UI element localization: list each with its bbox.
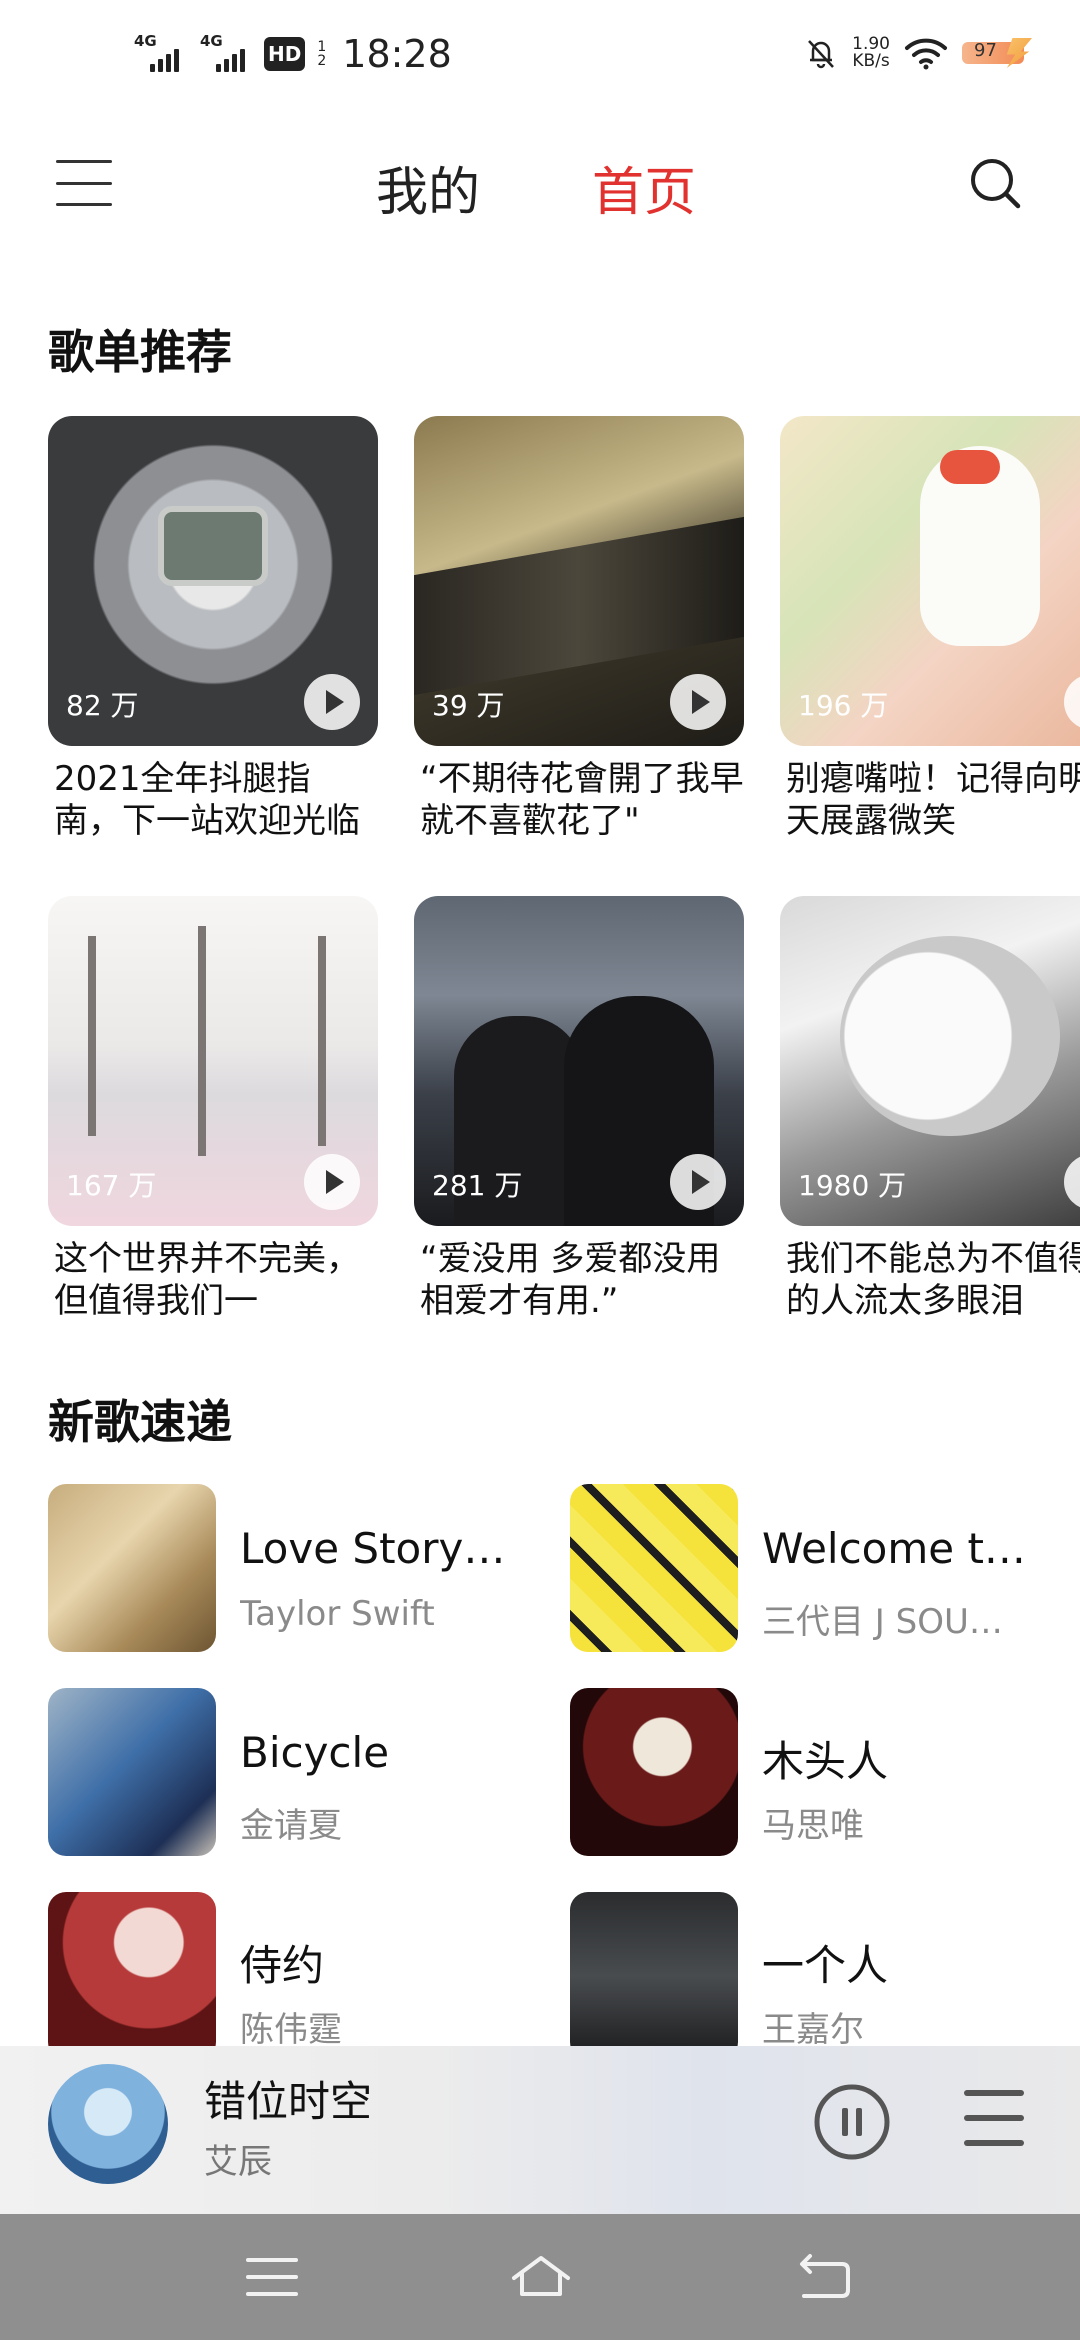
play-icon[interactable] bbox=[304, 1154, 360, 1210]
tab-mine[interactable]: 我的 bbox=[376, 150, 480, 225]
playlist-card[interactable]: 167 万 这个世界并不完美，但值得我们一 bbox=[48, 896, 378, 1322]
signal-1-icon: 4G bbox=[132, 32, 188, 76]
playlist-cover: 281 万 bbox=[414, 896, 744, 1226]
playlist-cover: 82 万 bbox=[48, 416, 378, 746]
playlist-card[interactable]: 82 万 2021全年抖腿指南，下一站欢迎光临地 bbox=[48, 416, 378, 842]
song-item[interactable]: Love Story… Taylor Swift bbox=[48, 1484, 548, 1654]
playlist-card[interactable]: 1980 万 我们不能总为不值得的人流太多眼泪 bbox=[780, 896, 1080, 1322]
now-playing-artist: 艾辰 bbox=[204, 2142, 272, 2182]
song-title: 侍约 bbox=[240, 1941, 325, 1990]
screen: 4G 4G HD 1 2 18:28 1.90 KB/s 97 我的 首页 歌单… bbox=[0, 0, 1080, 2340]
song-cover bbox=[570, 1892, 738, 2060]
back-icon[interactable] bbox=[794, 2250, 854, 2304]
playlist-title: 这个世界并不完美，但值得我们一 bbox=[54, 1239, 360, 1321]
play-count: 281 万 bbox=[432, 1169, 523, 1202]
status-left: 4G 4G HD 1 2 18:28 bbox=[132, 32, 452, 76]
playlist-cover: 196 万 bbox=[780, 416, 1080, 746]
song-title: Love Story… bbox=[240, 1524, 506, 1573]
search-icon[interactable] bbox=[966, 154, 1026, 214]
playlist-card[interactable]: 281 万 “爱没用 多爱都没用 相爱才有用.” bbox=[414, 896, 744, 1322]
signal-2-icon: 4G bbox=[198, 32, 254, 76]
song-title: 木头人 bbox=[762, 1737, 889, 1786]
mute-bell-icon bbox=[808, 40, 835, 69]
now-playing-title: 错位时空 bbox=[204, 2077, 373, 2126]
song-item[interactable]: Bicycle 金请夏 bbox=[48, 1688, 548, 1858]
song-artist: 金请夏 bbox=[240, 1806, 342, 1846]
play-count: 1980 万 bbox=[798, 1169, 907, 1202]
song-artist: 马思唯 bbox=[762, 1806, 864, 1846]
playlist-queue-icon[interactable] bbox=[964, 2090, 1024, 2146]
pause-icon[interactable] bbox=[812, 2082, 892, 2162]
play-count: 39 万 bbox=[432, 689, 505, 722]
battery-icon: 97 bbox=[962, 38, 1032, 68]
song-title: Welcome t… bbox=[762, 1524, 1026, 1573]
song-title: Bicycle bbox=[240, 1728, 390, 1777]
tab-home[interactable]: 首页 bbox=[592, 150, 696, 225]
astronaut-visor bbox=[158, 506, 268, 586]
song-cover bbox=[48, 1484, 216, 1652]
wifi-icon bbox=[905, 38, 947, 70]
clock: 18:28 bbox=[342, 32, 452, 76]
network-type-1: 4G bbox=[134, 32, 157, 50]
song-artist: Taylor Swift bbox=[240, 1594, 435, 1634]
top-nav: 我的 首页 bbox=[0, 130, 1080, 240]
network-speed: 1.90 KB/s bbox=[852, 36, 890, 70]
recent-apps-icon[interactable] bbox=[242, 2250, 302, 2304]
menu-icon[interactable] bbox=[56, 160, 112, 206]
song-artist: 三代目 J SOU… bbox=[762, 1602, 1003, 1642]
hd-sim-slots: 1 2 bbox=[317, 40, 326, 68]
song-item[interactable]: 木头人 马思唯 bbox=[570, 1688, 1070, 1858]
play-icon[interactable] bbox=[1064, 674, 1080, 730]
battery-level: 97 bbox=[974, 40, 997, 61]
status-right: 1.90 KB/s 97 bbox=[804, 36, 1032, 70]
play-icon[interactable] bbox=[670, 1154, 726, 1210]
hd-badge: HD bbox=[264, 37, 306, 71]
network-type-2: 4G bbox=[200, 32, 223, 50]
home-icon[interactable] bbox=[508, 2250, 574, 2304]
play-icon[interactable] bbox=[1064, 1154, 1080, 1210]
song-cover bbox=[48, 1688, 216, 1856]
playlist-cover: 1980 万 bbox=[780, 896, 1080, 1226]
play-icon[interactable] bbox=[304, 674, 360, 730]
speed-unit: KB/s bbox=[852, 51, 890, 71]
playlist-card[interactable]: 196 万 别瘪嘴啦！记得向明天展露微笑 bbox=[780, 416, 1080, 842]
playlist-title: 我们不能总为不值得的人流太多眼泪 bbox=[786, 1239, 1080, 1321]
playlist-cover: 167 万 bbox=[48, 896, 378, 1226]
play-count: 167 万 bbox=[66, 1169, 157, 1202]
song-cover bbox=[48, 1892, 216, 2060]
playlist-title: 2021全年抖腿指南，下一站欢迎光临地 bbox=[54, 759, 360, 841]
song-item[interactable]: 侍约 陈伟霆 bbox=[48, 1892, 548, 2062]
song-artist: 王嘉尔 bbox=[762, 2010, 864, 2050]
hd-sub-1: 1 bbox=[317, 39, 327, 55]
playlist-title: 别瘪嘴啦！记得向明天展露微笑 bbox=[786, 759, 1080, 841]
playlist-title: “爱没用 多爱都没用 相爱才有用.” bbox=[420, 1239, 721, 1321]
play-count: 82 万 bbox=[66, 689, 139, 722]
hd-sub-2: 2 bbox=[317, 53, 327, 69]
play-count: 196 万 bbox=[798, 689, 889, 722]
song-artist: 陈伟霆 bbox=[240, 2010, 342, 2050]
song-cover bbox=[570, 1484, 738, 1652]
playlist-card[interactable]: 39 万 “不期待花會開了我早就不喜歡花了" bbox=[414, 416, 744, 842]
play-icon[interactable] bbox=[670, 674, 726, 730]
song-cover bbox=[570, 1688, 738, 1856]
song-item[interactable]: 一个人 王嘉尔 bbox=[570, 1892, 1070, 2062]
playlist-cover: 39 万 bbox=[414, 416, 744, 746]
system-nav-bar bbox=[0, 2214, 1080, 2340]
song-title: 一个人 bbox=[762, 1941, 889, 1990]
status-bar: 4G 4G HD 1 2 18:28 1.90 KB/s 97 bbox=[0, 0, 1080, 120]
new-songs-section-title: 新歌速递 bbox=[48, 1395, 232, 1449]
mini-player[interactable]: 错位时空 艾辰 bbox=[0, 2046, 1080, 2214]
playlist-title: “不期待花會開了我早就不喜歡花了" bbox=[420, 759, 744, 841]
song-item[interactable]: Welcome t… 三代目 J SOU… bbox=[570, 1484, 1070, 1654]
playlists-section-title: 歌单推荐 bbox=[48, 325, 232, 379]
now-playing-cover[interactable] bbox=[48, 2064, 168, 2184]
